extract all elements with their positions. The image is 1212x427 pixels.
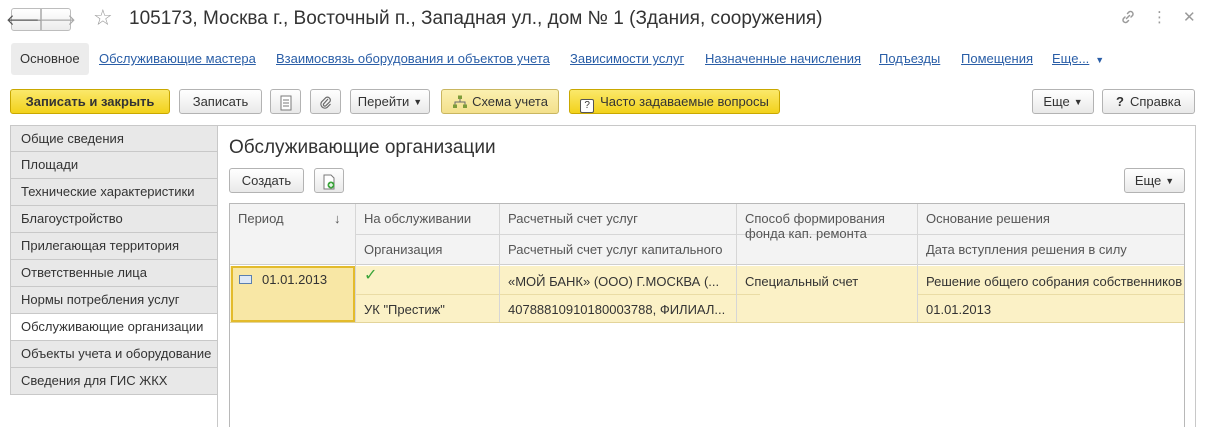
nav-item-areas[interactable]: Площади <box>10 152 218 179</box>
chevron-down-icon: ▼ <box>413 97 423 107</box>
nav-item-responsible-persons[interactable]: Ответственные лица <box>10 260 218 287</box>
col-account-cap-header[interactable]: Расчетный счет услуг капитального <box>500 242 723 257</box>
col-fund-header-line1[interactable]: Способ формирования <box>737 211 885 226</box>
col-fund-header-line2: фонда кап. ремонта <box>745 226 867 241</box>
scheme-label: Схема учета <box>472 94 548 109</box>
basis-value: Решение общего собрания собственников <box>926 274 1183 289</box>
tab-entrances[interactable]: Подъезды <box>879 43 940 75</box>
tab-service-masters[interactable]: Обслуживающие мастера <box>99 43 256 75</box>
nav-item-tech-specs[interactable]: Технические характеристики <box>10 179 218 206</box>
col-account-header[interactable]: Расчетный счет услуг <box>500 211 638 226</box>
faq-button[interactable]: ? Часто задаваемые вопросы <box>569 89 780 114</box>
tab-assigned-charges[interactable]: Назначенные начисления <box>705 43 861 75</box>
on-service-check-icon: ✓ <box>364 268 378 283</box>
help-question-icon: ? <box>1116 94 1124 109</box>
goto-label: Перейти <box>357 94 410 109</box>
scheme-button[interactable]: Схема учета <box>441 89 559 114</box>
chevron-down-icon: ▼ <box>1073 97 1083 107</box>
goto-button[interactable]: Перейти ▼ <box>350 89 430 114</box>
fund-value: Специальный счет <box>745 274 859 289</box>
nav-item-metering-objects[interactable]: Объекты учета и оборудование <box>10 341 218 368</box>
col-basis-header[interactable]: Основание решения <box>918 211 1050 226</box>
row-bottom-divider <box>230 322 1184 323</box>
basis-date-value: 01.01.2013 <box>926 302 992 317</box>
nav-item-improvement[interactable]: Благоустройство <box>10 206 218 233</box>
section-more-label: Еще <box>1134 173 1162 188</box>
col-divider <box>499 204 500 322</box>
nav-item-adjacent-territory[interactable]: Прилегающая территория <box>10 233 218 260</box>
tab-equipment-relations[interactable]: Взаимосвязь оборудования и объектов учет… <box>276 43 550 75</box>
help-label: Справка <box>1129 94 1181 109</box>
tab-main[interactable]: Основное <box>11 43 89 75</box>
section-title: Обслуживающие организации <box>229 137 496 158</box>
question-icon: ? <box>580 99 595 113</box>
attachment-icon[interactable] <box>310 89 341 114</box>
col-organization-header[interactable]: Организация <box>356 242 442 257</box>
star-icon[interactable]: ☆ <box>93 6 113 30</box>
sort-down-icon: ↓ <box>334 211 341 226</box>
chevron-down-icon: ▼ <box>1095 55 1105 65</box>
col-on-service-header[interactable]: На обслуживании <box>356 211 471 226</box>
section-nav: Общие сведения Площади Технические харак… <box>10 125 218 395</box>
record-icon <box>239 275 252 284</box>
period-value: 01.01.2013 <box>262 272 328 287</box>
more-label: Еще <box>1043 94 1070 109</box>
nav-item-gis-zhkh[interactable]: Сведения для ГИС ЖКХ <box>10 368 218 395</box>
chevron-down-icon: ▼ <box>1165 176 1175 186</box>
tab-more[interactable]: Еще... ▼ <box>1052 43 1104 75</box>
nav-item-service-organizations[interactable]: Обслуживающие организации <box>10 314 218 341</box>
create-button[interactable]: Создать <box>229 168 304 193</box>
close-icon[interactable]: ✕ <box>1183 9 1196 27</box>
title-bar: 🡐 🡒 ☆ 105173, Москва г., Восточный п., З… <box>0 0 1212 40</box>
document-icon[interactable] <box>270 89 301 114</box>
copy-add-icon[interactable] <box>314 168 344 193</box>
scheme-icon <box>452 93 468 116</box>
tab-service-dependencies[interactable]: Зависимости услуг <box>570 43 684 75</box>
tab-more-label: Еще... <box>1052 51 1090 66</box>
col-divider <box>917 204 918 322</box>
more-vertical-icon[interactable]: ⋮ <box>1152 9 1167 27</box>
account-value: «МОЙ БАНК» (ООО) Г.МОСКВА (... <box>508 274 720 289</box>
organizations-table: Период ↓ На обслуживании Организация Рас… <box>229 203 1185 427</box>
col-divider <box>736 204 737 322</box>
nav-item-consumption-norms[interactable]: Нормы потребления услуг <box>10 287 218 314</box>
col-divider <box>355 204 356 322</box>
col-period-header[interactable]: Период ↓ <box>230 211 355 226</box>
faq-label: Часто задаваемые вопросы <box>600 94 769 109</box>
organization-value: УК "Престиж" <box>364 302 445 317</box>
tab-bar: Основное Обслуживающие мастера Взаимосвя… <box>0 43 1212 75</box>
nav-item-general[interactable]: Общие сведения <box>10 125 218 152</box>
period-header-label: Период <box>238 211 284 226</box>
account-cap-value: 40788810910180003788, ФИЛИАЛ... <box>508 302 726 317</box>
selected-period-cell[interactable]: 01.01.2013 <box>231 266 355 322</box>
more-button[interactable]: Еще ▼ <box>1032 89 1094 114</box>
save-close-button[interactable]: Записать и закрыть <box>10 89 170 114</box>
link-icon[interactable] <box>1120 9 1136 30</box>
section-more-button[interactable]: Еще ▼ <box>1124 168 1185 193</box>
help-button[interactable]: ? Справка <box>1102 89 1195 114</box>
row-inner-divider <box>355 294 760 295</box>
save-button[interactable]: Записать <box>179 89 262 114</box>
forward-arrow-icon[interactable]: 🡒 <box>36 8 76 31</box>
row-inner-divider <box>918 294 1184 295</box>
window-title: 105173, Москва г., Восточный п., Западна… <box>129 8 823 29</box>
tab-premises[interactable]: Помещения <box>961 43 1033 75</box>
col-basis-date-header[interactable]: Дата вступления решения в силу <box>918 242 1127 257</box>
